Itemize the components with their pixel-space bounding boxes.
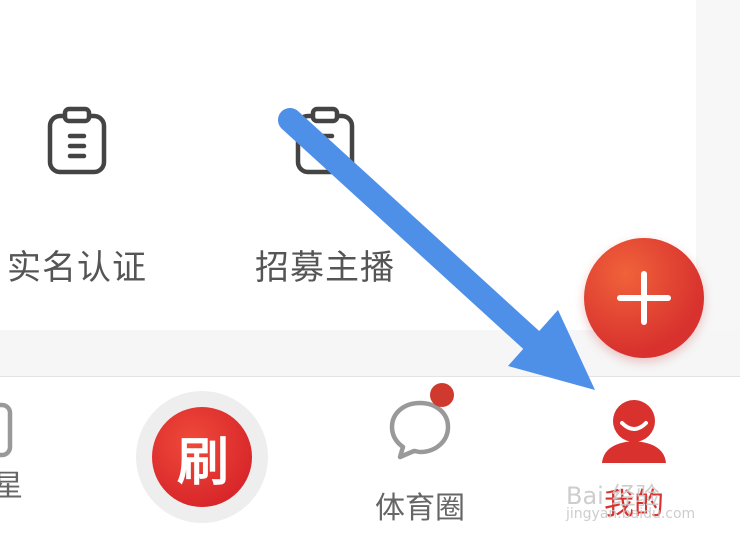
tab-schedule[interactable]: 星 (0, 401, 38, 505)
menu-item-label: 实名认证 (7, 248, 147, 288)
plus-icon (617, 271, 671, 325)
tab-brush[interactable]: 刷 (136, 391, 268, 523)
clipboard-icon (295, 106, 355, 175)
brush-logo: 刷 (152, 407, 252, 507)
add-button[interactable] (584, 238, 704, 358)
clipboard-icon (47, 106, 107, 175)
menu-item-label: 招募主播 (255, 248, 395, 288)
menu-item-real-name-verification[interactable]: 实名认证 (0, 106, 162, 289)
tab-label: 体育圈 (375, 491, 465, 526)
notification-badge (430, 383, 454, 407)
watermark-url: jingyan.baidu.com (566, 506, 696, 522)
tab-sports-circle[interactable]: 体育圈 (360, 383, 480, 527)
scroll-edge (696, 0, 740, 330)
tab-label: 星 (0, 469, 23, 504)
menu-item-recruit-anchor[interactable]: 招募主播 (240, 106, 410, 289)
tab-partial-icon (0, 402, 13, 458)
user-icon (602, 400, 666, 463)
